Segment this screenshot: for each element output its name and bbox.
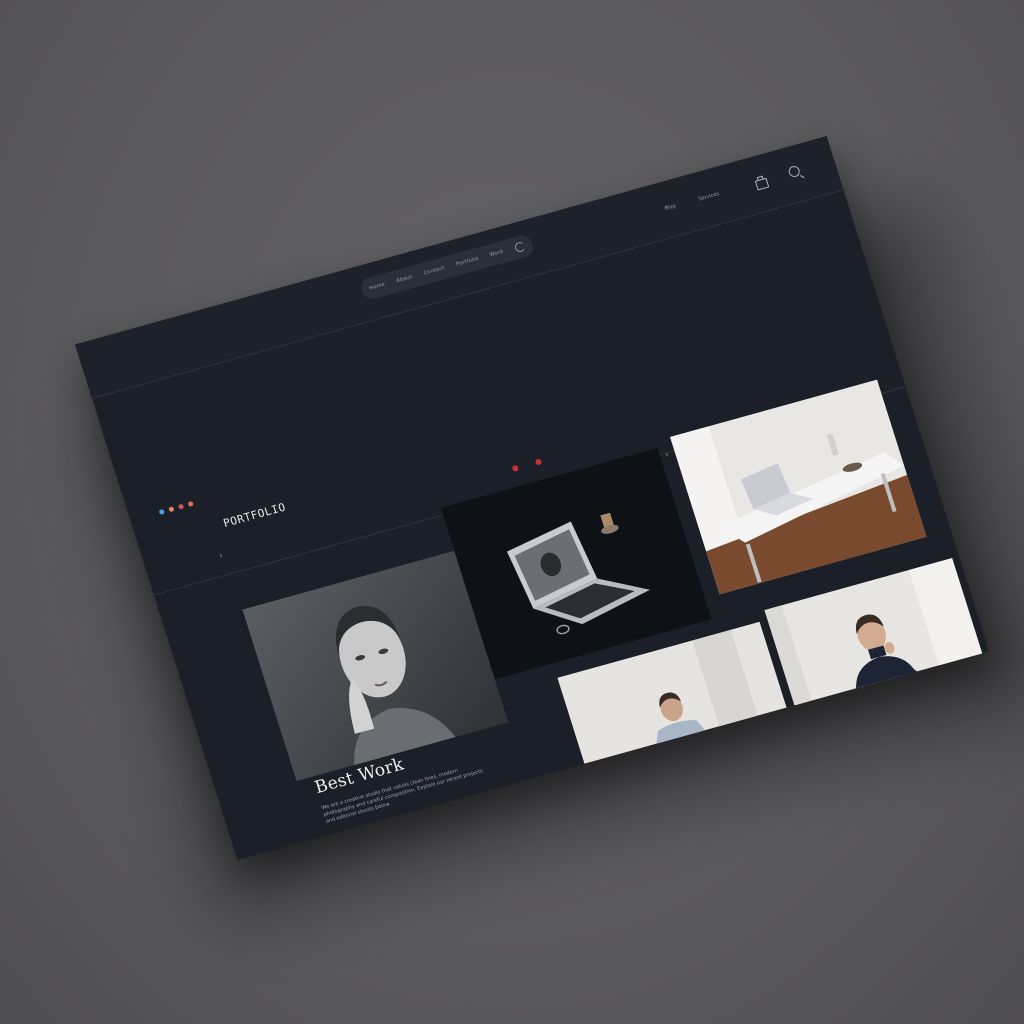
search-icon[interactable] bbox=[787, 164, 802, 179]
window-dot-blue[interactable] bbox=[158, 508, 165, 515]
nav-item-home[interactable]: Home bbox=[369, 282, 386, 292]
slider-dot-2[interactable] bbox=[534, 458, 543, 466]
window-dot-red[interactable] bbox=[177, 503, 185, 510]
top-navigation-bar: Home About Contact Portfolio Work Blog S… bbox=[74, 136, 844, 399]
nav-item-work[interactable]: Work bbox=[489, 249, 504, 258]
white-desk-image bbox=[669, 379, 927, 595]
nav-item-about[interactable]: About bbox=[396, 274, 414, 284]
nav-item-contact[interactable]: Contact bbox=[423, 265, 446, 276]
photo-white-desk[interactable] bbox=[669, 379, 927, 595]
brand-logo[interactable]: PORTFOLIO bbox=[222, 500, 288, 530]
bag-icon[interactable] bbox=[754, 177, 770, 191]
link-services[interactable]: Services bbox=[698, 191, 720, 202]
chevron-left-icon[interactable]: ‹ bbox=[218, 551, 224, 562]
window-dot-orange[interactable] bbox=[168, 506, 175, 513]
nav-item-portfolio[interactable]: Portfolio bbox=[455, 256, 479, 268]
slider-dot-1[interactable] bbox=[511, 464, 520, 473]
nav-menu: Home About Contact Portfolio Work bbox=[358, 233, 536, 302]
slider-dots bbox=[511, 458, 543, 473]
window-dot-coral[interactable] bbox=[187, 500, 194, 507]
stage: Home About Contact Portfolio Work Blog S… bbox=[0, 0, 1024, 1024]
refresh-icon[interactable] bbox=[513, 240, 527, 254]
right-links: Blog Services bbox=[664, 191, 720, 212]
window-controls bbox=[158, 500, 194, 515]
link-blog[interactable]: Blog bbox=[664, 203, 676, 212]
